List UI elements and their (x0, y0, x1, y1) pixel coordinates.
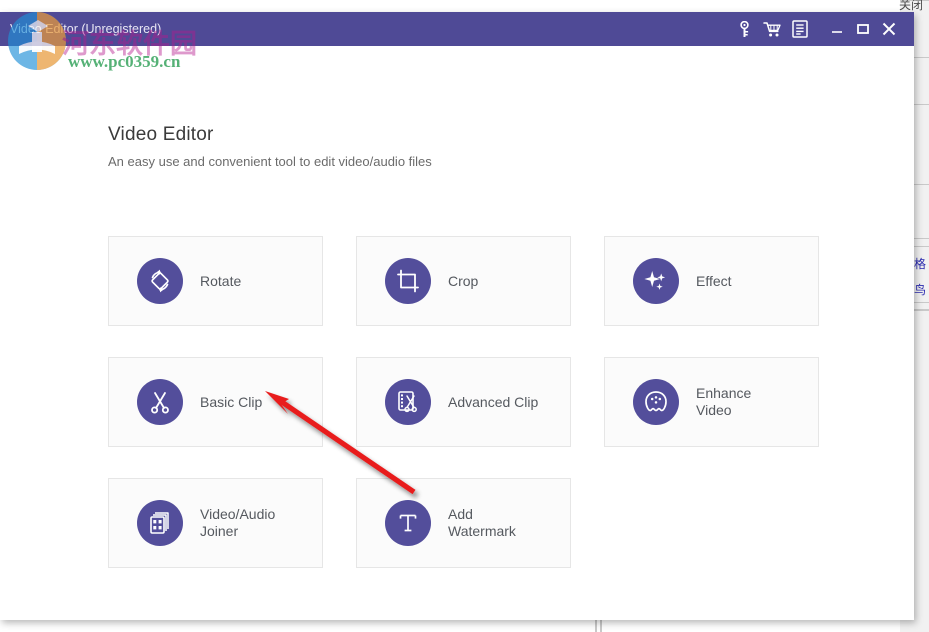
tile-label: Enhance Video (696, 385, 751, 419)
tool-tile-grid: Rotate Crop (108, 236, 824, 568)
title-bar[interactable]: Video Editor (Unregistered) (0, 12, 914, 46)
page-title: Video Editor (108, 124, 214, 146)
maximize-icon[interactable] (850, 12, 876, 46)
tile-placeholder-empty (604, 478, 819, 568)
crop-icon (385, 258, 431, 304)
key-icon[interactable] (730, 12, 758, 46)
cart-icon[interactable] (758, 12, 786, 46)
tile-label: Video/Audio Joiner (200, 506, 275, 540)
list-icon[interactable] (786, 12, 814, 46)
tile-video-audio-joiner[interactable]: Video/Audio Joiner (108, 478, 323, 568)
tile-add-watermark[interactable]: Add Watermark (356, 478, 571, 568)
scissors-icon (137, 379, 183, 425)
bg-label-close: 关闭 (899, 0, 923, 12)
tile-label: Effect (696, 273, 732, 290)
close-icon[interactable] (876, 12, 902, 46)
video-editor-window: Video Editor (Unregistered) (0, 12, 914, 620)
tile-rotate[interactable]: Rotate (108, 236, 323, 326)
tile-label: Basic Clip (200, 394, 262, 411)
tile-advanced-clip[interactable]: Advanced Clip (356, 357, 571, 447)
text-t-icon (385, 500, 431, 546)
main-content: Video Editor An easy use and convenient … (0, 46, 914, 620)
tile-crop[interactable]: Crop (356, 236, 571, 326)
join-frames-icon (137, 500, 183, 546)
window-title: Video Editor (Unregistered) (10, 22, 161, 36)
tile-enhance-video[interactable]: Enhance Video (604, 357, 819, 447)
bg-label-side-2: 鸟 (914, 283, 926, 297)
rotate-icon (137, 258, 183, 304)
tile-label: Add Watermark (448, 506, 516, 540)
palette-icon (633, 379, 679, 425)
tile-effect[interactable]: Effect (604, 236, 819, 326)
tile-label: Rotate (200, 273, 241, 290)
tile-basic-clip[interactable]: Basic Clip (108, 357, 323, 447)
title-bar-actions (730, 12, 914, 46)
film-scissors-icon (385, 379, 431, 425)
minimize-icon[interactable] (824, 12, 850, 46)
sparkle-icon (633, 258, 679, 304)
bg-label-side-1: 格 (914, 257, 926, 271)
tile-label: Crop (448, 273, 478, 290)
tile-label: Advanced Clip (448, 394, 538, 411)
page-subtitle: An easy use and convenient tool to edit … (108, 154, 432, 169)
